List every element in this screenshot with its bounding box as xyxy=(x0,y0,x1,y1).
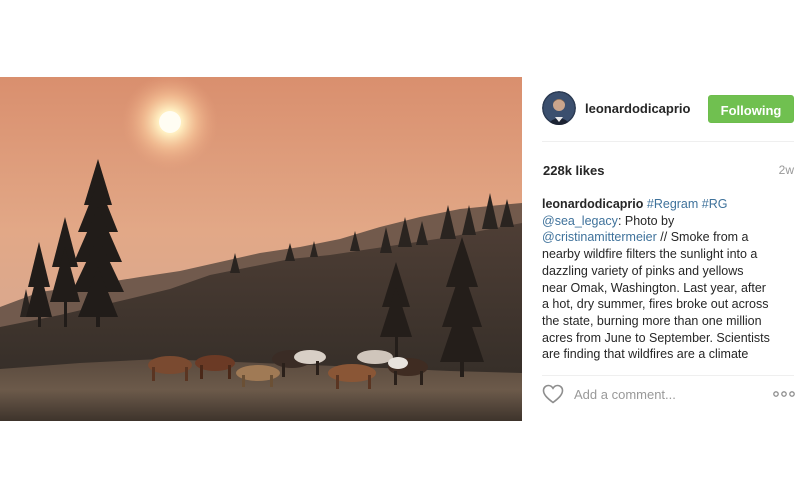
caption-line: are finding that wildfires are a climate xyxy=(542,346,792,363)
caption-text: are finding that wildfires are a climate xyxy=(542,347,749,362)
hashtag-link[interactable]: #Regram xyxy=(647,197,698,211)
caption-text: a hot, dry summer, fires broke out acros… xyxy=(542,297,769,312)
comment-input[interactable] xyxy=(574,384,754,404)
post-photo[interactable] xyxy=(0,77,522,421)
instagram-post-modal: leonardodicaprio Following 228k likes 2w… xyxy=(0,0,800,500)
caption-line: a hot, dry summer, fires broke out acros… xyxy=(542,296,792,313)
mention-link[interactable]: @sea_legacy xyxy=(542,214,618,228)
caption-line: acres from June to September. Scientists xyxy=(542,330,792,347)
post-time-ago[interactable]: 2w xyxy=(779,163,794,177)
caption-line: leonardodicaprio #Regram #RG xyxy=(542,196,792,213)
caption-text: // Smoke from a xyxy=(656,230,749,245)
caption-line: change intensifier, not just a side effe… xyxy=(542,363,792,364)
more-options-icon[interactable] xyxy=(772,385,796,403)
caption-text: near Omak, Washington. Last year, after xyxy=(542,280,766,295)
caption-line: the state, burning more than one million xyxy=(542,313,792,330)
mention-link[interactable]: @cristinamittermeier xyxy=(542,230,657,244)
heart-outline-icon[interactable] xyxy=(542,384,564,404)
caption-text: the state, burning more than one million xyxy=(542,313,762,328)
caption-line: near Omak, Washington. Last year, after xyxy=(542,280,792,297)
caption-text: acres from June to September. Scientists xyxy=(542,330,770,345)
avatar[interactable] xyxy=(542,91,576,125)
post-header: leonardodicaprio Following xyxy=(522,77,800,141)
hashtag-link[interactable]: #RG xyxy=(702,197,728,211)
caption-text: : Photo by xyxy=(617,213,675,228)
post-details-panel: leonardodicaprio Following 228k likes 2w… xyxy=(522,77,800,421)
caption-text: nearby wildfire filters the sunlight int… xyxy=(542,247,758,262)
caption-line: nearby wildfire filters the sunlight int… xyxy=(542,246,792,263)
caption-line: @cristinamittermeier // Smoke from a xyxy=(542,229,792,246)
caption-line: dazzling variety of pinks and yellows xyxy=(542,263,792,280)
header-divider xyxy=(542,141,794,142)
post-caption: leonardodicaprio #Regram #RG @sea_legacy:… xyxy=(542,196,792,364)
profile-photo xyxy=(542,91,576,125)
caption-text: dazzling variety of pinks and yellows xyxy=(542,263,744,278)
comment-bar xyxy=(522,375,800,415)
caption-line: @sea_legacy: Photo by xyxy=(542,213,792,230)
caption-username[interactable]: leonardodicaprio xyxy=(542,197,643,211)
likes-count[interactable]: 228k likes xyxy=(543,163,604,178)
following-button[interactable]: Following xyxy=(708,95,794,123)
wildfire-horses-landscape-image xyxy=(0,77,522,421)
post-username[interactable]: leonardodicaprio xyxy=(585,101,690,116)
